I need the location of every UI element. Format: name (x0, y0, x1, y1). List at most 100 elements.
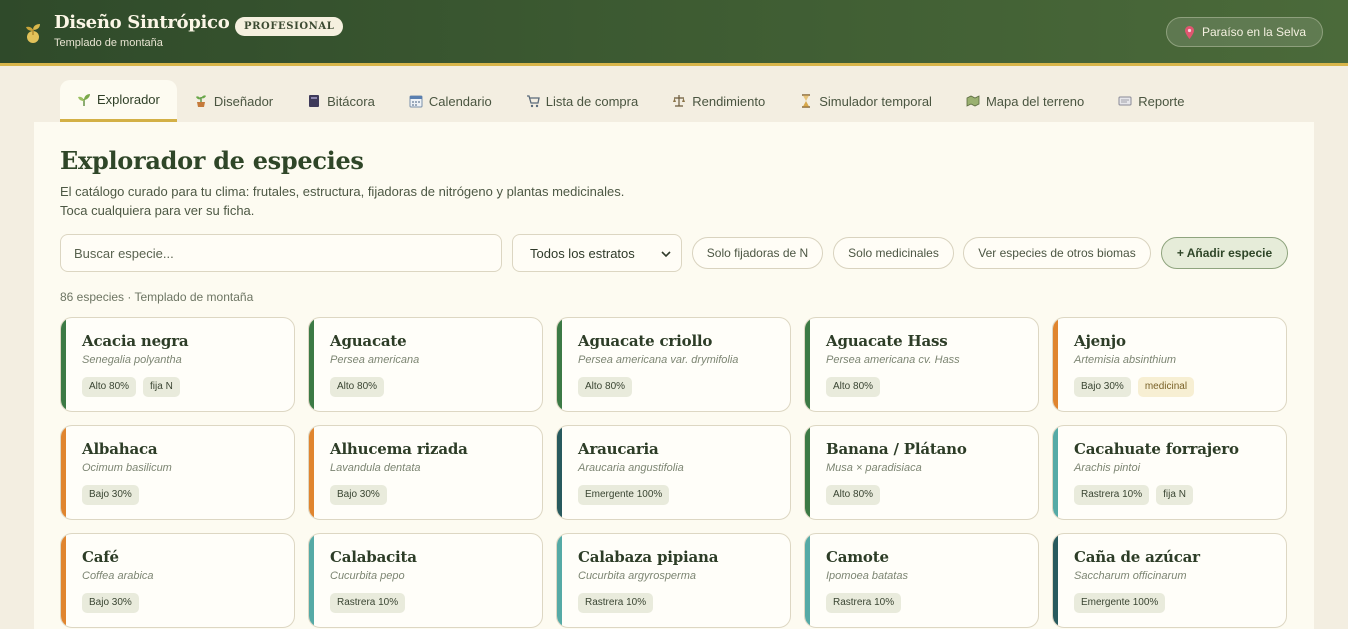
location-label: Paraíso en la Selva (1202, 25, 1307, 39)
stratum-color-bar (309, 534, 314, 627)
species-tag: Alto 80% (330, 377, 385, 397)
species-card[interactable]: Café Coffea arabica Bajo 30% (60, 533, 295, 628)
species-tags: Rastrera 10% (826, 593, 902, 613)
species-name: Caña de azúcar (1074, 548, 1200, 566)
species-name: Aguacate Hass (826, 332, 948, 350)
species-card[interactable]: Albahaca Ocimum basilicum Bajo 30% (60, 425, 295, 520)
tab-lista-de-compra[interactable]: Lista de compra (509, 80, 656, 122)
species-card[interactable]: Calabacita Cucurbita pepo Rastrera 10% (308, 533, 543, 628)
tab-label: Simulador temporal (819, 93, 932, 109)
strata-select[interactable]: Todos los estratos (512, 234, 682, 272)
species-card[interactable]: Aguacate criollo Persea americana var. dr… (556, 317, 791, 412)
species-tag: Alto 80% (578, 377, 633, 397)
location-button[interactable]: Paraíso en la Selva (1166, 17, 1323, 47)
species-card[interactable]: Alhucema rizada Lavandula dentata Bajo 30% (308, 425, 543, 520)
notebook-icon (309, 95, 320, 107)
species-card[interactable]: Cacahuate forrajero Arachis pintoi Rastrer… (1052, 425, 1287, 520)
species-tags: Bajo 30% (330, 485, 387, 505)
species-tags: Bajo 30% (82, 485, 139, 505)
species-card[interactable]: Ajenjo Artemisia absinthium Bajo 30% medici… (1052, 317, 1287, 412)
species-name: Calabacita (330, 548, 417, 566)
species-name: Albahaca (82, 440, 158, 458)
species-name: Cacahuate forrajero (1074, 440, 1239, 458)
tab-label: Rendimiento (692, 93, 766, 109)
tab-label: Reporte (1138, 93, 1185, 109)
filter-chip-fijadoras[interactable]: Solo fijadoras de N (692, 237, 823, 269)
species-name: Araucaria (578, 440, 659, 458)
stratum-color-bar (805, 318, 810, 411)
add-species-button[interactable]: + Añadir especie (1161, 237, 1288, 269)
species-card[interactable]: Banana / Plátano Musa × paradisiaca Alto 8… (804, 425, 1039, 520)
species-tags: Alto 80% (330, 377, 385, 397)
species-tags: Bajo 30% (82, 593, 139, 613)
tab-reporte[interactable]: Reporte (1101, 80, 1201, 122)
map-icon (966, 95, 980, 107)
species-scientific-name: Senegalia polyantha (82, 354, 182, 366)
species-tag: Alto 80% (82, 377, 137, 397)
species-scientific-name: Arachis pintoi (1074, 462, 1141, 474)
chevron-down-icon (661, 251, 671, 258)
stratum-color-bar (557, 534, 562, 627)
species-tag: Rastrera 10% (826, 593, 902, 613)
species-card[interactable]: Acacia negra Senegalia polyantha Alto 80% f… (60, 317, 295, 412)
hourglass-icon (802, 94, 811, 108)
species-tags: Alto 80% (826, 377, 881, 397)
species-name: Ajenjo (1074, 332, 1126, 350)
tab-label: Mapa del terreno (985, 93, 1085, 109)
tab-simulador-temporal[interactable]: Simulador temporal (782, 80, 949, 122)
stratum-color-bar (557, 426, 562, 519)
species-tags: Alto 80% fija N (82, 377, 180, 397)
tab-label: Bitácora (327, 93, 375, 109)
description-line: Toca cualquiera para ver su ficha. (60, 203, 255, 218)
tab-mapa-del-terreno[interactable]: Mapa del terreno (949, 80, 1101, 122)
species-tags: Emergente 100% (1074, 593, 1166, 613)
search-input[interactable] (60, 234, 502, 272)
species-tag: Rastrera 10% (1074, 485, 1150, 505)
species-card[interactable]: Caña de azúcar Saccharum officinarum Emerg… (1052, 533, 1287, 628)
species-card[interactable]: Araucaria Araucaria angustifolia Emergente… (556, 425, 791, 520)
scale-icon (673, 95, 686, 107)
species-card[interactable]: Aguacate Hass Persea americana cv. Hass Al… (804, 317, 1039, 412)
species-scientific-name: Cucurbita pepo (330, 570, 405, 582)
app-header: Diseño Sintrópico Templado de montaña PR… (0, 0, 1348, 66)
map-pin-icon (1185, 25, 1194, 39)
species-tag: Alto 80% (826, 377, 881, 397)
tab-explorador[interactable]: Explorador (60, 80, 177, 122)
species-tag: Bajo 30% (82, 593, 139, 613)
tab-calendario[interactable]: Calendario (392, 80, 509, 122)
species-tag: Bajo 30% (1074, 377, 1131, 397)
potted-plant-icon (195, 95, 206, 107)
species-tags: Alto 80% (826, 485, 881, 505)
species-tag: Emergente 100% (1074, 593, 1166, 613)
species-tag: Rastrera 10% (578, 593, 654, 613)
species-card[interactable]: Camote Ipomoea batatas Rastrera 10% (804, 533, 1039, 628)
species-scientific-name: Persea americana cv. Hass (826, 354, 960, 366)
species-card[interactable]: Aguacate Persea americana Alto 80% (308, 317, 543, 412)
stratum-color-bar (61, 426, 66, 519)
species-tag: medicinal (1137, 377, 1195, 397)
species-scientific-name: Saccharum officinarum (1074, 570, 1187, 582)
species-card[interactable]: Calabaza pipiana Cucurbita argyrosperma Ra… (556, 533, 791, 628)
main-tabs: Explorador Diseñador Bitácora Calendario… (60, 80, 1201, 122)
species-name: Calabaza pipiana (578, 548, 719, 566)
species-scientific-name: Persea americana var. drymifolia (578, 354, 739, 366)
species-name: Alhucema rizada (330, 440, 468, 458)
plan-badge: PROFESIONAL (235, 17, 344, 36)
tab-rendimiento[interactable]: Rendimiento (655, 80, 782, 122)
species-scientific-name: Lavandula dentata (330, 462, 421, 474)
species-scientific-name: Artemisia absinthium (1074, 354, 1177, 366)
tab-disenador[interactable]: Diseñador (177, 80, 290, 122)
filter-chip-otros-biomas[interactable]: Ver especies de otros biomas (963, 237, 1151, 269)
filter-chip-medicinales[interactable]: Solo medicinales (833, 237, 954, 269)
species-scientific-name: Cucurbita argyrosperma (578, 570, 696, 582)
species-tag: fija N (143, 377, 180, 397)
tab-label: Diseñador (213, 93, 274, 109)
species-tag: Alto 80% (826, 485, 881, 505)
tab-bitacora[interactable]: Bitácora (290, 80, 392, 122)
description-line: El catálogo curado para tu clima: frutal… (60, 184, 625, 199)
species-name: Banana / Plátano (826, 440, 967, 458)
cart-icon (526, 95, 540, 108)
app-subtitle: Templado de montaña (54, 37, 163, 49)
species-scientific-name: Ocimum basilicum (82, 462, 172, 474)
species-name: Café (82, 548, 119, 566)
